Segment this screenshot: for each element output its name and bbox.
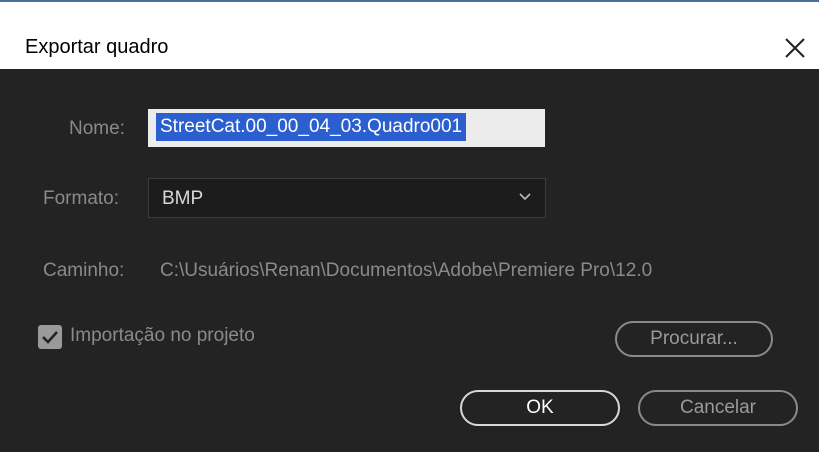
checkmark-icon bbox=[42, 331, 58, 344]
format-select-value: BMP bbox=[162, 188, 204, 209]
close-button[interactable] bbox=[781, 34, 811, 64]
path-value: C:\Usuários\Renan\Documentos\Adobe\Premi… bbox=[160, 260, 653, 281]
title-bar: Exportar quadro bbox=[0, 2, 819, 69]
format-select[interactable]: BMP bbox=[148, 178, 546, 218]
path-label: Caminho: bbox=[43, 260, 125, 281]
name-input-value: StreetCat.00_00_04_03.Quadro001 bbox=[156, 113, 467, 141]
ok-button[interactable]: OK bbox=[460, 390, 620, 426]
export-frame-dialog: Exportar quadro Nome: StreetCat.00_00_04… bbox=[0, 0, 819, 452]
import-label: Importação no projeto bbox=[70, 325, 255, 346]
browse-button[interactable]: Procurar... bbox=[615, 321, 773, 357]
close-icon bbox=[785, 38, 805, 58]
cancel-button[interactable]: Cancelar bbox=[638, 390, 798, 426]
import-checkbox[interactable] bbox=[38, 325, 62, 349]
format-label: Formato: bbox=[43, 188, 120, 209]
name-input[interactable]: StreetCat.00_00_04_03.Quadro001 bbox=[148, 109, 545, 147]
chevron-down-icon bbox=[519, 193, 531, 201]
name-label: Nome: bbox=[69, 118, 125, 139]
dialog-title: Exportar quadro bbox=[25, 36, 169, 58]
